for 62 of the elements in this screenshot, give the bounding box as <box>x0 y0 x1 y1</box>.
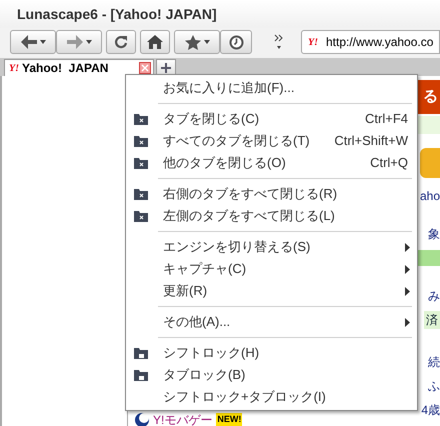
back-button[interactable] <box>10 30 56 54</box>
reload-button[interactable] <box>106 30 136 54</box>
browser-tab[interactable]: Y! Yahoo! JAPAN <box>4 59 154 76</box>
menu-item[interactable]: 左側のタブをすべて閉じる(L) <box>129 205 414 227</box>
menu-item[interactable]: タブロック(B) <box>129 364 414 386</box>
menu-item[interactable]: 更新(R) <box>129 280 414 302</box>
tab-close-icon <box>134 114 148 124</box>
caret-icon <box>204 40 210 44</box>
favorites-button[interactable] <box>174 30 220 54</box>
tab-title: Yahoo! JAPAN <box>22 60 108 77</box>
menu-item[interactable]: エンジンを切り替える(S) <box>129 236 414 258</box>
star-icon <box>184 34 200 50</box>
page-link[interactable]: ふ <box>428 377 440 395</box>
menu-item[interactable]: タブを閉じる(C) Ctrl+F4 <box>129 108 414 130</box>
forward-arrow-icon <box>66 35 82 49</box>
tab-close-icon <box>134 136 148 146</box>
clock-icon <box>228 34 244 50</box>
menu-item[interactable]: その他(A)... <box>129 311 414 333</box>
menu-item[interactable]: シフトロック(H) <box>129 342 414 364</box>
page-link[interactable]: 続 <box>428 353 440 371</box>
plus-icon <box>161 62 171 72</box>
tab-close-icon <box>134 158 148 168</box>
reload-icon <box>114 35 128 49</box>
back-arrow-icon <box>20 35 36 49</box>
home-icon <box>147 35 163 49</box>
page-link[interactable]: aho <box>420 187 440 205</box>
caret-icon <box>86 40 92 44</box>
shortcut-text: Ctrl+Shift+W <box>334 132 409 150</box>
home-button[interactable] <box>140 30 170 54</box>
tab-lock-icon <box>134 370 148 380</box>
window-title: Lunascape6 - [Yahoo! JAPAN] <box>17 4 217 24</box>
tab-close-icon <box>134 210 148 222</box>
new-badge: NEW! <box>216 412 242 426</box>
menu-item[interactable]: すべてのタブを閉じる(T) Ctrl+Shift+W <box>129 130 414 152</box>
page-link[interactable]: 4歳 <box>421 401 440 419</box>
site-logo: Y! <box>9 62 19 76</box>
address-text: http://www.yahoo.co <box>326 34 434 51</box>
history-button[interactable] <box>220 30 252 54</box>
close-icon[interactable] <box>139 62 151 74</box>
page-link[interactable]: み <box>428 287 440 305</box>
site-logo: Y! <box>308 36 318 50</box>
page-tab[interactable]: 済 <box>424 311 440 329</box>
page-logo <box>420 148 440 178</box>
submenu-arrow-icon <box>405 264 410 274</box>
page-link[interactable]: Y!モバゲー <box>153 410 212 426</box>
submenu-arrow-icon <box>405 318 410 326</box>
submenu-arrow-icon <box>405 242 410 252</box>
tab-lock-icon <box>134 348 148 358</box>
address-field[interactable]: Y! http://www.yahoo.co <box>301 30 440 54</box>
menu-item[interactable]: お気に入りに追加(F)... <box>129 77 414 99</box>
page-link[interactable]: 象 <box>428 225 440 243</box>
menu-item[interactable]: キャプチャ(C) <box>129 258 414 280</box>
caret-icon <box>40 40 46 44</box>
shortcut-text: Ctrl+Q <box>370 154 409 172</box>
submenu-arrow-icon <box>405 286 410 296</box>
tab-close-icon <box>134 188 148 200</box>
menu-item[interactable]: 右側のタブをすべて閉じる(R) <box>129 183 414 205</box>
overflow-chevron-icon[interactable] <box>274 34 284 50</box>
menu-item[interactable]: 他のタブを閉じる(O) Ctrl+Q <box>129 152 414 174</box>
menu-item[interactable]: シフトロック+タブロック(I) <box>129 386 414 408</box>
page-text: る <box>423 86 438 107</box>
shortcut-text: Ctrl+F4 <box>365 110 409 128</box>
